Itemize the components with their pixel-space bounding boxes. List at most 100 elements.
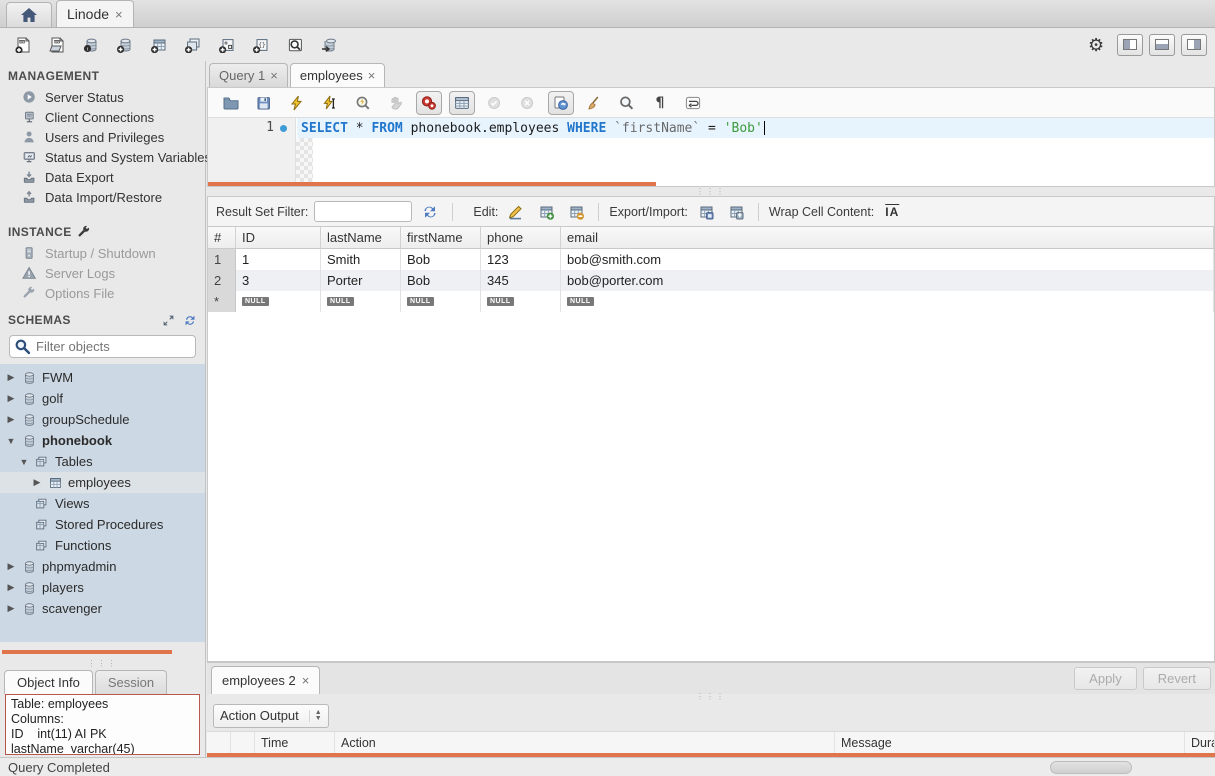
- table-row[interactable]: 23PorterBob345bob@porter.com: [208, 270, 1214, 291]
- create-schema-button[interactable]: [110, 32, 140, 58]
- filter-objects-input[interactable]: [9, 335, 196, 358]
- tree-node-players[interactable]: ▶ players: [0, 577, 205, 598]
- sidebar-item-data-import-restore[interactable]: Data Import/Restore: [0, 187, 205, 207]
- horizontal-scrollbar[interactable]: [1050, 761, 1132, 774]
- expand-panel-icon[interactable]: [162, 314, 175, 327]
- output-type-select[interactable]: Action Output ▲▼: [213, 704, 329, 728]
- refresh-resultset-button[interactable]: [418, 201, 442, 223]
- output-column-message[interactable]: Message: [835, 732, 1185, 753]
- tree-node-functions[interactable]: Functions: [0, 535, 205, 556]
- toggle-stop-on-error-button[interactable]: [416, 91, 442, 115]
- tree-node-groupschedule[interactable]: ▶ groupSchedule: [0, 409, 205, 430]
- chevron-down-icon[interactable]: ▼: [6, 436, 16, 446]
- new-query-tab-button[interactable]: SQL: [8, 32, 38, 58]
- column-header-num[interactable]: #: [208, 227, 236, 249]
- close-icon[interactable]: ×: [302, 673, 310, 688]
- grid-cell[interactable]: 345: [481, 270, 561, 291]
- add-row-button[interactable]: [534, 201, 558, 223]
- sidebar-item-server-logs[interactable]: Server Logs: [0, 263, 205, 283]
- sql-code-line[interactable]: SELECT * FROM phonebook.employees WHERE …: [297, 118, 1214, 138]
- tree-node-views[interactable]: Views: [0, 493, 205, 514]
- delete-row-button[interactable]: [564, 201, 588, 223]
- open-sql-file-button[interactable]: [218, 91, 244, 115]
- chevron-down-icon[interactable]: ▼: [19, 457, 29, 467]
- show-invisibles-button[interactable]: ¶: [647, 91, 673, 115]
- sidebar-item-users-and-privileges[interactable]: Users and Privileges: [0, 127, 205, 147]
- chevron-right-icon[interactable]: ▶: [32, 477, 42, 488]
- chevron-right-icon[interactable]: ▶: [6, 372, 16, 383]
- grid-cell[interactable]: 3: [236, 270, 321, 291]
- apply-button[interactable]: Apply: [1074, 667, 1137, 690]
- grid-cell[interactable]: 1: [236, 249, 321, 270]
- refresh-schemas-icon[interactable]: [183, 314, 197, 327]
- tree-node-tables[interactable]: ▼ Tables: [0, 451, 205, 472]
- commit-button[interactable]: [482, 91, 508, 115]
- tab-object-info[interactable]: Object Info: [4, 670, 93, 694]
- chevron-right-icon[interactable]: ▶: [6, 414, 16, 425]
- output-column-time[interactable]: Time: [255, 732, 335, 753]
- grid-cell[interactable]: Porter: [321, 270, 401, 291]
- result-grid[interactable]: #IDlastNamefirstNamephoneemail 11SmithBo…: [207, 227, 1215, 662]
- stop-query-button[interactable]: [383, 91, 409, 115]
- output-column-icon0[interactable]: [207, 732, 231, 753]
- limit-rows-button[interactable]: [449, 91, 475, 115]
- grid-cell[interactable]: Bob: [401, 249, 481, 270]
- create-table-button[interactable]: [144, 32, 174, 58]
- sidebar-item-startup-shutdown[interactable]: Startup / Shutdown: [0, 243, 205, 263]
- import-records-button[interactable]: [724, 201, 748, 223]
- close-icon[interactable]: ×: [368, 68, 376, 83]
- editor-tab-employees[interactable]: employees ×: [290, 63, 385, 87]
- create-function-button[interactable]: {}: [246, 32, 276, 58]
- chevron-right-icon[interactable]: ▶: [6, 603, 16, 614]
- search-data-button[interactable]: [280, 32, 310, 58]
- sidebar-splitter[interactable]: [0, 642, 205, 660]
- create-view-button[interactable]: [178, 32, 208, 58]
- column-header-lastName[interactable]: lastName: [321, 227, 401, 249]
- table-row[interactable]: 11SmithBob123bob@smith.com: [208, 249, 1214, 270]
- grid-cell[interactable]: NULL: [401, 291, 481, 312]
- sidebar-item-server-status[interactable]: Server Status: [0, 87, 205, 107]
- schema-info-button[interactable]: i: [76, 32, 106, 58]
- grid-cell[interactable]: NULL: [236, 291, 321, 312]
- toggle-right-panel-button[interactable]: [1181, 34, 1207, 56]
- tree-node-golf[interactable]: ▶ golf: [0, 388, 205, 409]
- column-header-firstName[interactable]: firstName: [401, 227, 481, 249]
- rollback-button[interactable]: [515, 91, 541, 115]
- editor-tab-query-1[interactable]: Query 1 ×: [209, 63, 288, 87]
- column-header-phone[interactable]: phone: [481, 227, 561, 249]
- grid-cell[interactable]: NULL: [561, 291, 1214, 312]
- open-sql-script-button[interactable]: SQL: [42, 32, 72, 58]
- column-header-email[interactable]: email: [561, 227, 1214, 249]
- grid-cell[interactable]: NULL: [321, 291, 401, 312]
- execute-current-button[interactable]: [317, 91, 343, 115]
- toggle-autocommit-button[interactable]: [548, 91, 574, 115]
- edit-record-button[interactable]: [504, 201, 528, 223]
- pending-changes-tab[interactable]: employees 2 ×: [211, 666, 320, 694]
- chevron-right-icon[interactable]: ▶: [6, 561, 16, 572]
- execute-button[interactable]: [284, 91, 310, 115]
- tree-node-phpmyadmin[interactable]: ▶ phpmyadmin: [0, 556, 205, 577]
- tab-session[interactable]: Session: [95, 670, 167, 694]
- export-recordset-button[interactable]: [694, 201, 718, 223]
- tree-node-phonebook[interactable]: ▼ phonebook: [0, 430, 205, 451]
- grid-cell[interactable]: bob@smith.com: [561, 249, 1214, 270]
- close-icon[interactable]: ×: [115, 7, 123, 22]
- sidebar-item-data-export[interactable]: Data Export: [0, 167, 205, 187]
- editor-result-splitter[interactable]: ⋮⋮⋮: [207, 187, 1215, 196]
- wrap-text-button[interactable]: [680, 91, 706, 115]
- wrap-cell-content-button[interactable]: IA: [880, 201, 904, 223]
- grid-cell[interactable]: Bob: [401, 270, 481, 291]
- sidebar-splitter-grip[interactable]: ⋮⋮⋮: [0, 660, 205, 668]
- grid-cell[interactable]: bob@porter.com: [561, 270, 1214, 291]
- chevron-right-icon[interactable]: ▶: [6, 393, 16, 404]
- revert-button[interactable]: Revert: [1143, 667, 1211, 690]
- connection-tab[interactable]: Linode ×: [56, 0, 134, 27]
- close-icon[interactable]: ×: [270, 68, 278, 83]
- reconnect-dbms-button[interactable]: [314, 32, 344, 58]
- clear-query-button[interactable]: [581, 91, 607, 115]
- chevron-right-icon[interactable]: ▶: [6, 582, 16, 593]
- output-column-icon1[interactable]: [231, 732, 255, 753]
- new-row[interactable]: *NULLNULLNULLNULLNULL: [208, 291, 1214, 312]
- tree-node-scavenger[interactable]: ▶ scavenger: [0, 598, 205, 619]
- sidebar-item-options-file[interactable]: Options File: [0, 283, 205, 303]
